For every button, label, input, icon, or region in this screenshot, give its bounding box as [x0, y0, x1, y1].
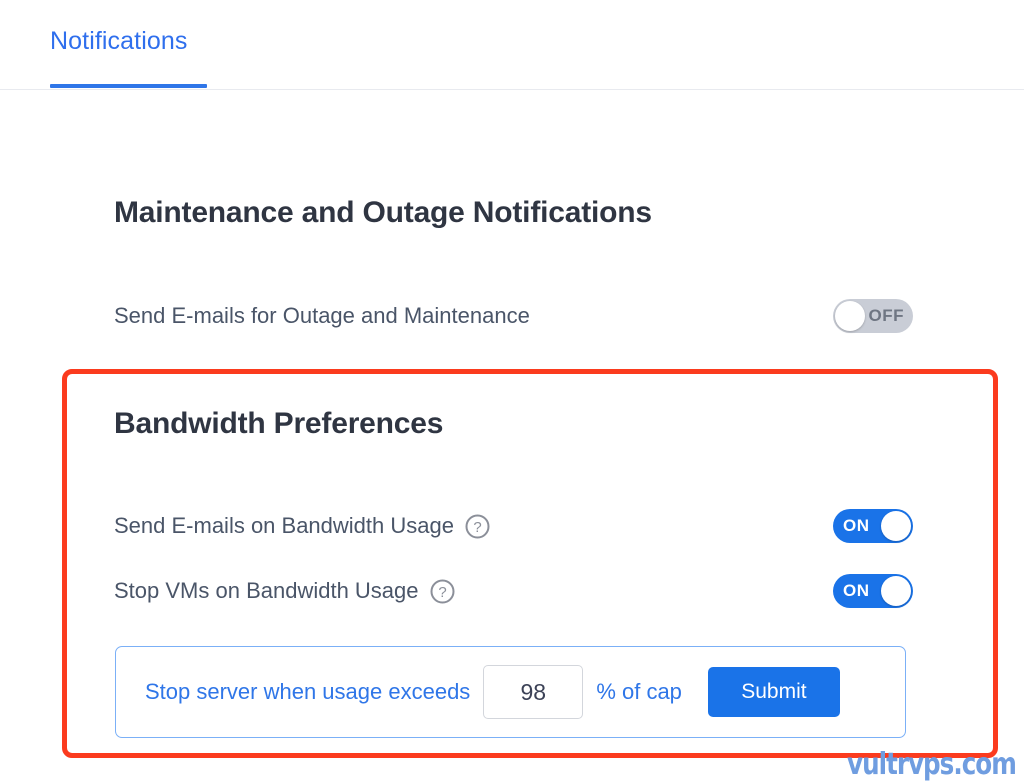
usage-threshold-row: Stop server when usage exceeds % of cap … [145, 647, 840, 737]
bandwidth-email-label-text: Send E-mails on Bandwidth Usage [114, 513, 454, 538]
toggle-stop-vms-bandwidth-usage[interactable]: ON [833, 574, 913, 608]
maintenance-email-row-label: Send E-mails for Outage and Maintenance [114, 303, 530, 329]
usage-threshold-input[interactable] [483, 665, 584, 719]
toggle-maintenance-state-label: OFF [868, 306, 904, 325]
toggle-knob-icon [881, 576, 911, 606]
bandwidth-stop-vms-row-label: Stop VMs on Bandwidth Usage ? [114, 578, 455, 604]
toggle-knob-icon [881, 511, 911, 541]
usage-threshold-panel: Stop server when usage exceeds % of cap … [115, 646, 906, 738]
tab-bar: Notifications [0, 0, 1024, 90]
maintenance-section-title: Maintenance and Outage Notifications [114, 196, 652, 229]
tab-notifications-label: Notifications [50, 27, 188, 55]
usage-threshold-prefix-label: Stop server when usage exceeds [145, 679, 471, 704]
question-mark-circle-icon[interactable]: ? [465, 514, 490, 539]
submit-button[interactable]: Submit [707, 667, 840, 717]
svg-text:?: ? [438, 584, 446, 601]
toggle-send-emails-bandwidth-usage[interactable]: ON [833, 509, 913, 543]
toggle-knob-icon [835, 301, 865, 331]
toggle-send-emails-outage-maintenance[interactable]: OFF [833, 299, 913, 333]
maintenance-email-label-text: Send E-mails for Outage and Maintenance [114, 303, 530, 328]
toggle-email-bandwidth-state-label: ON [843, 516, 870, 535]
tab-notifications[interactable]: Notifications [50, 26, 187, 88]
question-mark-circle-icon[interactable]: ? [430, 579, 455, 604]
svg-text:?: ? [473, 519, 481, 536]
toggle-stop-vms-state-label: ON [843, 581, 870, 600]
usage-threshold-suffix-label: % of cap [596, 679, 682, 704]
tab-active-indicator [50, 84, 207, 88]
bandwidth-stop-vms-label-text: Stop VMs on Bandwidth Usage [114, 578, 419, 603]
watermark: vultrvps.com [847, 747, 1017, 782]
bandwidth-section-title: Bandwidth Preferences [114, 407, 444, 440]
bandwidth-email-row-label: Send E-mails on Bandwidth Usage ? [114, 513, 490, 539]
